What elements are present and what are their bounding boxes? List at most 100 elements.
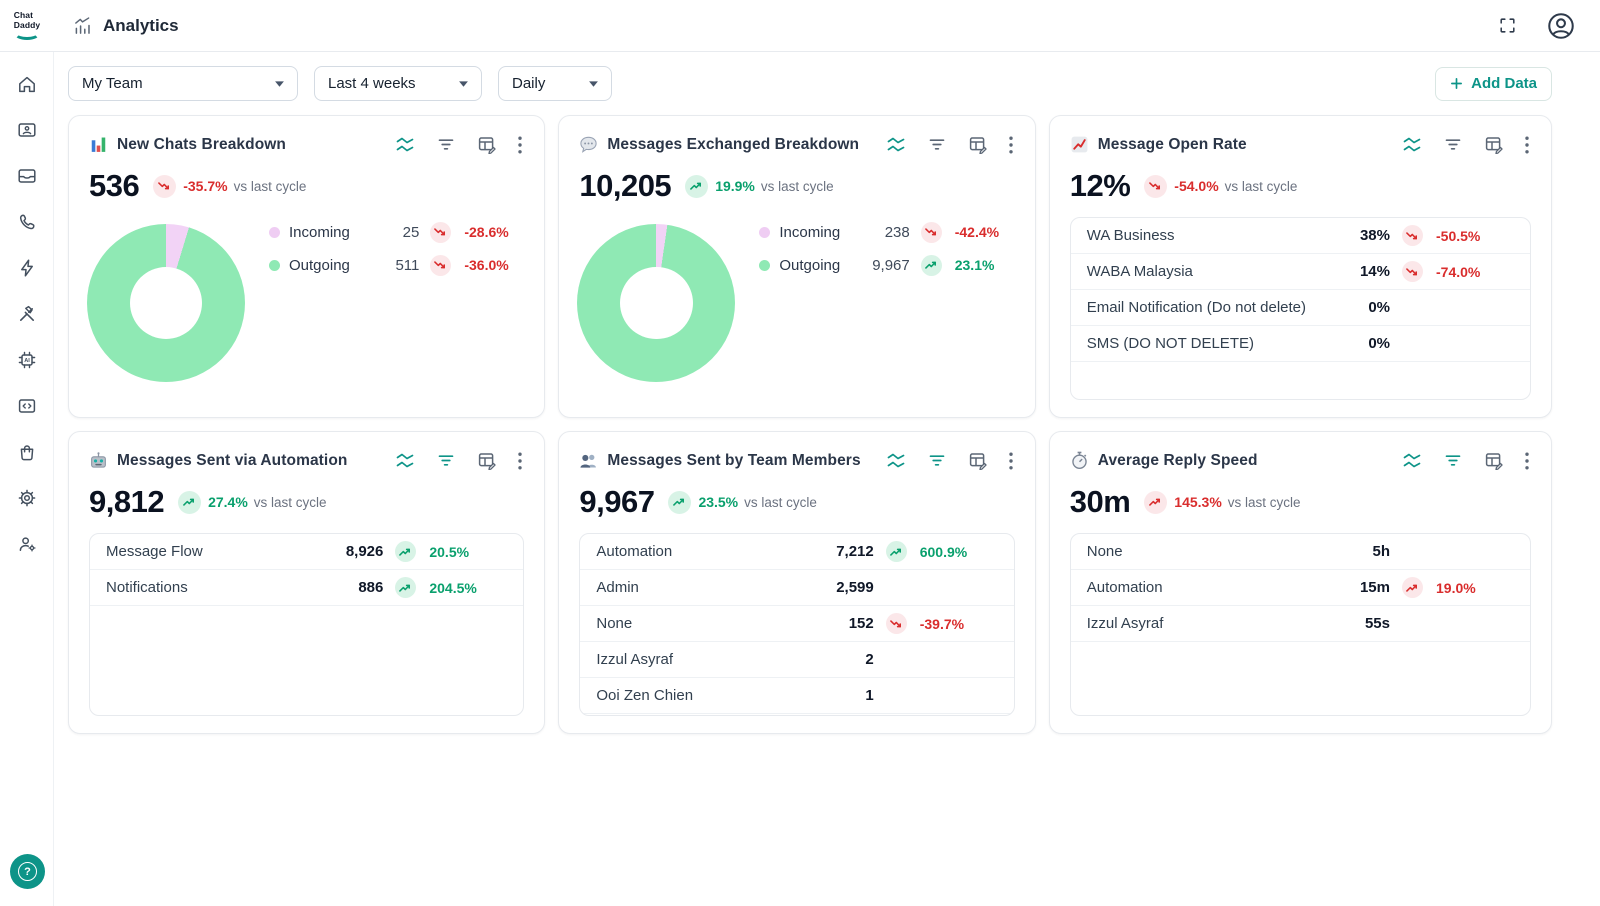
vs-last-cycle-label: vs last cycle	[234, 179, 307, 194]
user-avatar-icon[interactable]	[1544, 9, 1578, 43]
trend-down-icon	[921, 222, 942, 243]
sidebar-item-developer-icon[interactable]	[7, 383, 47, 429]
edit-data-icon[interactable]	[475, 133, 499, 156]
filter-icon[interactable]	[434, 450, 458, 471]
sidebar-item-user-settings-icon[interactable]	[7, 521, 47, 567]
trend-percent: -54.0%	[1174, 178, 1218, 194]
card-title: Messages Exchanged Breakdown	[607, 136, 859, 154]
table-row: Automation 7,212 600.9%	[580, 534, 1013, 570]
sidebar-item-phone-icon[interactable]	[7, 199, 47, 245]
team-emoji-icon	[579, 451, 598, 470]
filter-icon[interactable]	[1441, 450, 1465, 471]
vs-last-cycle-label: vs last cycle	[254, 495, 327, 510]
filter-icon[interactable]	[1441, 134, 1465, 155]
filter-icon[interactable]	[925, 134, 949, 155]
more-options-icon[interactable]	[1007, 134, 1015, 156]
caret-down-icon	[459, 81, 468, 87]
metric-value: 10,205	[579, 168, 671, 204]
edit-data-icon[interactable]	[966, 449, 990, 472]
sidebar-item-settings-icon[interactable]	[7, 475, 47, 521]
granularity-select[interactable]: Daily	[498, 66, 612, 101]
chart-view-icon[interactable]	[393, 134, 417, 155]
trend-up-icon	[395, 577, 416, 598]
speech-bubble-emoji-icon	[579, 135, 598, 154]
legend-dot	[759, 260, 770, 271]
card-title: Message Open Rate	[1098, 136, 1247, 154]
caret-down-icon	[275, 81, 284, 87]
sidebar-item-shop-icon[interactable]	[7, 429, 47, 475]
trend-up-icon	[178, 491, 201, 514]
legend-dot	[269, 260, 280, 271]
table-row: Ooi Zen Chien 1	[580, 678, 1013, 714]
chart-view-icon[interactable]	[884, 450, 908, 471]
page-title: Analytics	[103, 16, 179, 36]
edit-data-icon[interactable]	[475, 449, 499, 472]
sidebar-item-automation-icon[interactable]	[7, 245, 47, 291]
card-average-reply-speed: Average Reply Speed 30m 145.3% vs last c…	[1049, 431, 1552, 734]
filter-bar: My Team Last 4 weeks Daily Add Data	[68, 66, 1552, 101]
dashboard-grid: New Chats Breakdown 536 -35.7% vs last c…	[68, 115, 1552, 734]
donut-chart	[87, 224, 245, 382]
trend-up-icon	[1144, 491, 1167, 514]
trend-percent: 23.5%	[698, 494, 738, 510]
plus-icon	[1450, 77, 1463, 90]
legend-item: Outgoing 511 -36.0%	[269, 253, 524, 277]
chart-view-icon[interactable]	[1400, 134, 1424, 155]
card-title: Messages Sent via Automation	[117, 452, 347, 470]
metric-value: 12%	[1070, 168, 1131, 204]
more-options-icon[interactable]	[1007, 450, 1015, 472]
sidebar-nav	[0, 52, 54, 906]
breakdown-table: None 5h Automation 15m 19.0% Izzul Asyra…	[1070, 533, 1531, 716]
donut-chart	[577, 224, 735, 382]
card-title: Average Reply Speed	[1098, 452, 1258, 470]
trend-down-icon	[430, 222, 451, 243]
table-row: Izzul Asyraf 55s	[1071, 606, 1530, 642]
more-options-icon[interactable]	[516, 450, 524, 472]
trend-down-icon	[153, 175, 176, 198]
team-select[interactable]: My Team	[68, 66, 298, 101]
table-row: Notifications 886 204.5%	[90, 570, 523, 606]
trend-up-icon	[685, 175, 708, 198]
filter-icon[interactable]	[925, 450, 949, 471]
trend-down-icon	[1144, 175, 1167, 198]
date-range-select[interactable]: Last 4 weeks	[314, 66, 482, 101]
breakdown-table: WA Business 38% -50.5% WABA Malaysia 14%…	[1070, 217, 1531, 400]
filter-icon[interactable]	[434, 134, 458, 155]
help-button[interactable]: ?	[10, 854, 45, 889]
chatdaddy-logo[interactable]: Chat Daddy	[0, 11, 54, 40]
more-options-icon[interactable]	[1523, 450, 1531, 472]
table-row: Automation 15m 19.0%	[1071, 570, 1530, 606]
trend-up-icon	[921, 255, 942, 276]
sidebar-item-ai-icon[interactable]	[7, 337, 47, 383]
card-messages-sent-via-automation: Messages Sent via Automation 9,812 27.4%…	[68, 431, 545, 734]
card-messages-exchanged-breakdown: Messages Exchanged Breakdown 10,205 19.9…	[558, 115, 1035, 418]
chart-view-icon[interactable]	[884, 134, 908, 155]
caret-down-icon	[589, 81, 598, 87]
more-options-icon[interactable]	[1523, 134, 1531, 156]
table-row: Email Notification (Do not delete) 0%	[1071, 290, 1530, 326]
sidebar-item-tools-icon[interactable]	[7, 291, 47, 337]
edit-data-icon[interactable]	[966, 133, 990, 156]
metric-value: 9,812	[89, 484, 164, 520]
sidebar-item-home-icon[interactable]	[7, 61, 47, 107]
fullscreen-icon[interactable]	[1495, 13, 1520, 38]
trend-percent: 145.3%	[1174, 494, 1221, 510]
edit-data-icon[interactable]	[1482, 449, 1506, 472]
table-row: Admin 2,599	[580, 570, 1013, 606]
table-row: WA Business 38% -50.5%	[1071, 218, 1530, 254]
more-options-icon[interactable]	[516, 134, 524, 156]
sidebar-item-contacts-icon[interactable]	[7, 107, 47, 153]
donut-legend: Incoming 25 -28.6% Outgoing 511 -36.0%	[269, 220, 524, 400]
table-row: SMS (DO NOT DELETE) 0%	[1071, 326, 1530, 362]
add-data-button[interactable]: Add Data	[1435, 67, 1552, 101]
trend-percent: -35.7%	[183, 178, 227, 194]
chart-view-icon[interactable]	[393, 450, 417, 471]
edit-data-icon[interactable]	[1482, 133, 1506, 156]
breakdown-table: Message Flow 8,926 20.5% Notifications 8…	[89, 533, 524, 716]
breakdown-table: Automation 7,212 600.9% Admin 2,599 None…	[579, 533, 1014, 716]
bar-chart-emoji-icon	[89, 135, 108, 154]
sidebar-item-inbox-icon[interactable]	[7, 153, 47, 199]
chart-view-icon[interactable]	[1400, 450, 1424, 471]
logo-smile-arc	[14, 27, 40, 40]
trend-down-icon	[430, 255, 451, 276]
